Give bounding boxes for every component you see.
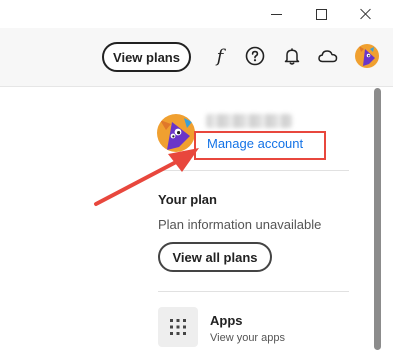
apps-heading[interactable]: Apps [210, 313, 243, 328]
user-avatar [157, 114, 195, 152]
maximize-icon [315, 8, 327, 20]
divider [158, 291, 349, 292]
your-plan-heading: Your plan [158, 192, 217, 207]
view-plans-button[interactable]: View plans [102, 42, 191, 72]
grid-icon [170, 319, 186, 335]
divider [158, 170, 349, 171]
apps-tile[interactable] [158, 307, 198, 347]
maximize-button[interactable] [299, 0, 343, 28]
account-name-redacted [206, 114, 292, 128]
user-avatar-header[interactable] [355, 44, 379, 68]
view-all-plans-button[interactable]: View all plans [158, 242, 272, 272]
help-icon[interactable] [243, 44, 267, 68]
fonts-icon[interactable]: f [208, 44, 232, 68]
bell-icon[interactable] [280, 44, 304, 68]
apps-subtitle: View your apps [210, 332, 286, 344]
minimize-icon [270, 13, 282, 15]
cloud-icon[interactable] [316, 44, 340, 68]
scrollbar-thumb[interactable] [374, 88, 381, 350]
highlight-box [194, 131, 326, 160]
close-icon [360, 8, 372, 20]
minimize-button[interactable] [254, 0, 298, 28]
plan-info-text: Plan information unavailable [158, 217, 322, 232]
close-button[interactable] [344, 0, 388, 28]
